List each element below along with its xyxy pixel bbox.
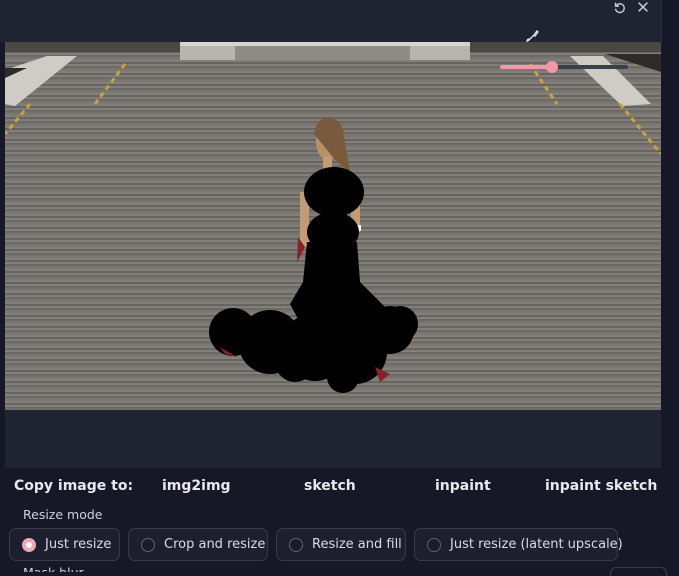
resize-option-resize-and-fill[interactable]: Resize and fill (276, 528, 406, 561)
canvas-padding (5, 410, 661, 468)
undo-icon[interactable] (609, 0, 629, 16)
radio-unchecked-icon[interactable] (289, 537, 303, 552)
radio-label: Crop and resize (164, 537, 266, 552)
radio-label: Just resize (45, 537, 112, 552)
close-icon[interactable] (633, 0, 653, 16)
copy-to-inpaint-sketch-button[interactable]: inpaint sketch (545, 478, 657, 494)
canvas-image (5, 42, 661, 410)
radio-label: Resize and fill (312, 537, 402, 552)
resize-option-latent-upscale[interactable]: Just resize (latent upscale) (414, 528, 623, 561)
image-editor-header (0, 0, 662, 42)
inpaint-canvas[interactable] (5, 42, 661, 410)
brush-icon[interactable] (525, 28, 541, 44)
slider-thumb[interactable] (546, 61, 559, 73)
radio-unchecked-icon[interactable] (427, 537, 441, 552)
copy-to-sketch-button[interactable]: sketch (304, 478, 356, 494)
radio-unchecked-icon[interactable] (141, 537, 155, 552)
resize-option-crop-and-resize[interactable]: Crop and resize (128, 528, 268, 561)
copy-image-label: Copy image to: (14, 478, 134, 494)
header-border (661, 0, 662, 42)
next-section-label: Mask blur (23, 565, 84, 572)
resize-mode-label: Resize mode (23, 507, 103, 522)
radio-checked-icon[interactable] (22, 537, 36, 552)
slider-fill (500, 65, 553, 69)
radio-label: Just resize (latent upscale) (450, 537, 623, 552)
copy-to-inpaint-button[interactable]: inpaint (435, 478, 491, 494)
copy-image-row: Copy image to: img2img sketch inpaint in… (0, 478, 679, 500)
copy-to-img2img-button[interactable]: img2img (162, 478, 231, 494)
brush-size-slider[interactable] (500, 60, 628, 74)
resize-option-just-resize[interactable]: Just resize (9, 528, 120, 561)
